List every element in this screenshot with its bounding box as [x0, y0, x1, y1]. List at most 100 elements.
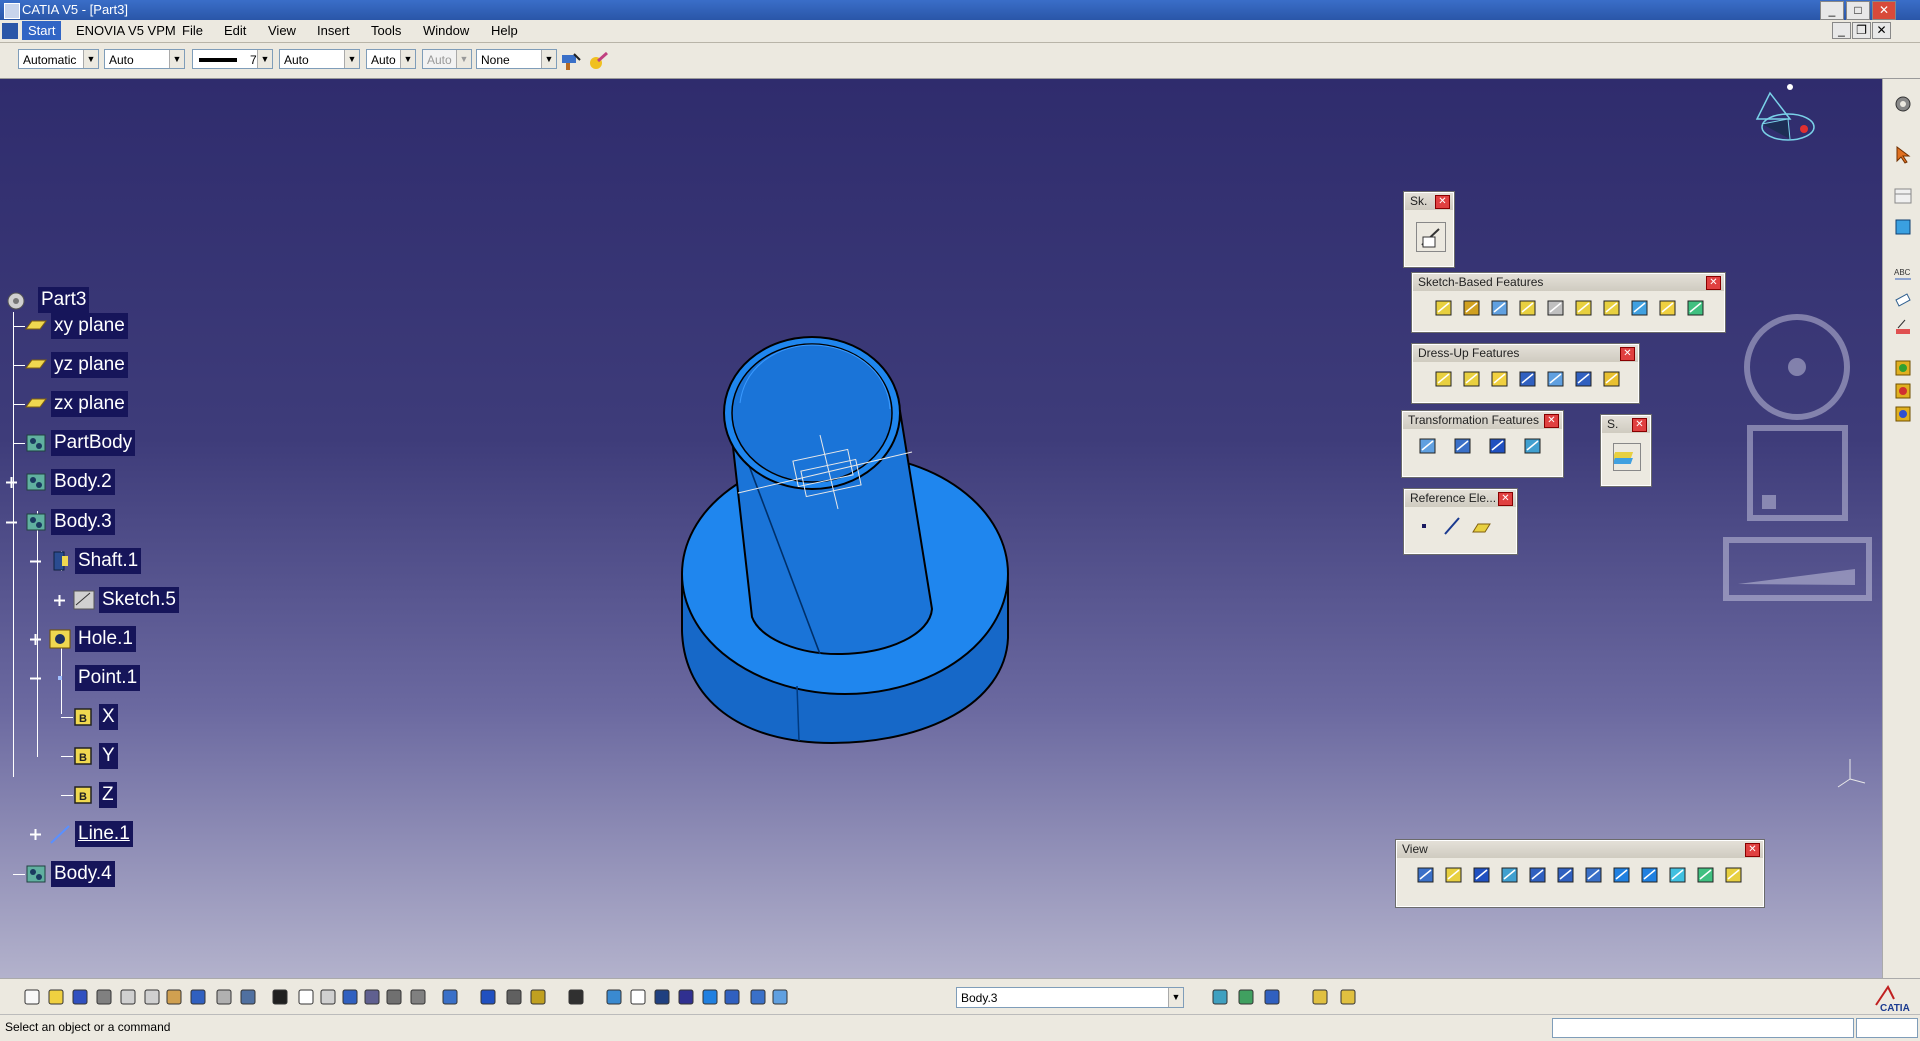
menu-help[interactable]: Help	[491, 23, 518, 38]
shading-icon[interactable]	[1667, 864, 1689, 886]
close-icon[interactable]: ✕	[1435, 195, 1450, 209]
shaft-icon[interactable]	[1489, 297, 1511, 319]
rendering-combo[interactable]: Auto ▼	[422, 49, 472, 69]
scaling-icon[interactable]	[1522, 435, 1544, 457]
multi-view-icon[interactable]	[1611, 864, 1633, 886]
power-copy-icon[interactable]	[1262, 987, 1282, 1007]
open-icon[interactable]	[46, 987, 66, 1007]
collapse-icon[interactable]	[5, 516, 18, 529]
apply-material-icon[interactable]	[1893, 358, 1913, 378]
zoom-in-icon[interactable]	[1527, 864, 1549, 886]
3d-constraint-icon[interactable]	[700, 987, 720, 1007]
remove-face-icon[interactable]	[1601, 368, 1623, 390]
stiffener-icon[interactable]	[1629, 297, 1651, 319]
collapse-icon[interactable]	[29, 555, 42, 568]
analysis-icon[interactable]	[408, 987, 428, 1007]
axis-system-icon[interactable]	[652, 987, 672, 1007]
comment-icon[interactable]	[296, 987, 316, 1007]
print-icon[interactable]	[94, 987, 114, 1007]
point-symbol-combo[interactable]: Auto ▼	[366, 49, 416, 69]
gear-icon[interactable]	[1893, 94, 1913, 114]
close-icon[interactable]: ✕	[1745, 843, 1760, 857]
line-weight-combo[interactable]: 7 ▼	[192, 49, 273, 69]
minimize-button[interactable]: _	[1820, 1, 1844, 20]
table-icon[interactable]	[340, 987, 360, 1007]
draft-icon[interactable]	[1489, 368, 1511, 390]
save-icon[interactable]	[70, 987, 90, 1007]
redo-icon[interactable]	[214, 987, 234, 1007]
copy-icon[interactable]	[142, 987, 162, 1007]
menu-tools[interactable]: Tools	[371, 23, 401, 38]
collapse-icon[interactable]	[29, 672, 42, 685]
material-edit-icon[interactable]	[1893, 404, 1913, 424]
normal-view-icon[interactable]	[1583, 864, 1605, 886]
graphic-properties-wizard-icon[interactable]	[588, 51, 610, 71]
annotation-icon[interactable]	[1893, 290, 1913, 310]
catalog-icon[interactable]	[1893, 217, 1913, 237]
paste-icon[interactable]	[164, 987, 184, 1007]
hide-show-icon[interactable]	[1695, 864, 1717, 886]
current-body-combo[interactable]: Body.3 ▼	[956, 987, 1184, 1008]
pad-icon[interactable]	[1433, 297, 1455, 319]
plane-body-icon[interactable]	[770, 987, 790, 1007]
pan-icon[interactable]	[1471, 864, 1493, 886]
material-library-icon[interactable]	[1893, 381, 1913, 401]
doc-minimize-button[interactable]: _	[1832, 22, 1851, 39]
power-input-field[interactable]	[1552, 1018, 1854, 1038]
menu-window[interactable]: Window	[423, 23, 469, 38]
parameters-icon[interactable]	[362, 987, 382, 1007]
shell-icon[interactable]	[1517, 368, 1539, 390]
sketch-icon[interactable]	[1416, 222, 1446, 252]
groove-icon[interactable]	[1517, 297, 1539, 319]
whats-this-icon[interactable]	[238, 987, 258, 1007]
lock-icon[interactable]	[384, 987, 404, 1007]
table-icon[interactable]	[1893, 186, 1913, 206]
new-icon[interactable]	[22, 987, 42, 1007]
part-design-icon[interactable]	[1338, 987, 1358, 1007]
close-window-button[interactable]: ✕	[1872, 1, 1896, 20]
compass-icon[interactable]	[1755, 84, 1815, 141]
pattern-icon[interactable]	[1487, 435, 1509, 457]
constraint-icon[interactable]	[676, 987, 696, 1007]
swap-space-icon[interactable]	[1723, 864, 1745, 886]
layer-combo[interactable]: None ▼	[476, 49, 557, 69]
menu-insert[interactable]: Insert	[317, 23, 350, 38]
expand-icon[interactable]	[53, 594, 66, 607]
split-icon[interactable]	[1613, 443, 1641, 471]
hand-icon[interactable]	[628, 987, 648, 1007]
translation-icon[interactable]	[1417, 435, 1439, 457]
isometric-view-icon[interactable]	[1639, 864, 1661, 886]
fit-all-icon[interactable]	[1443, 864, 1465, 886]
format-painter-icon[interactable]	[560, 51, 582, 71]
thread-icon[interactable]	[1573, 368, 1595, 390]
multi-sections-solid-icon[interactable]	[1657, 297, 1679, 319]
rib-icon[interactable]	[1573, 297, 1595, 319]
visualization-icon[interactable]	[722, 987, 742, 1007]
fly-mode-icon[interactable]	[1415, 864, 1437, 886]
line-icon[interactable]	[1441, 515, 1463, 537]
doc-restore-button[interactable]: ❐	[1852, 22, 1871, 39]
fill-color-combo[interactable]: Automatic ▼	[18, 49, 99, 69]
menu-edit[interactable]: Edit	[224, 23, 246, 38]
pocket-icon[interactable]	[1461, 297, 1483, 319]
catalog-icon[interactable]	[440, 987, 460, 1007]
list-icon[interactable]	[748, 987, 768, 1007]
expand-icon[interactable]	[5, 476, 18, 489]
chamfer-icon[interactable]	[1461, 368, 1483, 390]
zoom-out-icon[interactable]	[1555, 864, 1577, 886]
menu-view[interactable]: View	[268, 23, 296, 38]
measure-icon[interactable]	[1893, 317, 1913, 337]
plane-icon[interactable]	[1469, 515, 1491, 537]
knowledge-icon[interactable]	[318, 987, 338, 1007]
power-input-extension[interactable]	[1856, 1018, 1918, 1038]
measure-item-icon[interactable]	[504, 987, 524, 1007]
measure-between-icon[interactable]	[478, 987, 498, 1007]
mass-properties-icon[interactable]	[528, 987, 548, 1007]
expand-icon[interactable]	[29, 828, 42, 841]
transparency-combo[interactable]: Auto ▼	[104, 49, 185, 69]
maximize-button[interactable]: □	[1846, 1, 1870, 20]
undo-icon[interactable]	[188, 987, 208, 1007]
cut-icon[interactable]	[118, 987, 138, 1007]
point-icon[interactable]	[1413, 515, 1435, 537]
line-type-combo[interactable]: Auto ▼	[279, 49, 360, 69]
